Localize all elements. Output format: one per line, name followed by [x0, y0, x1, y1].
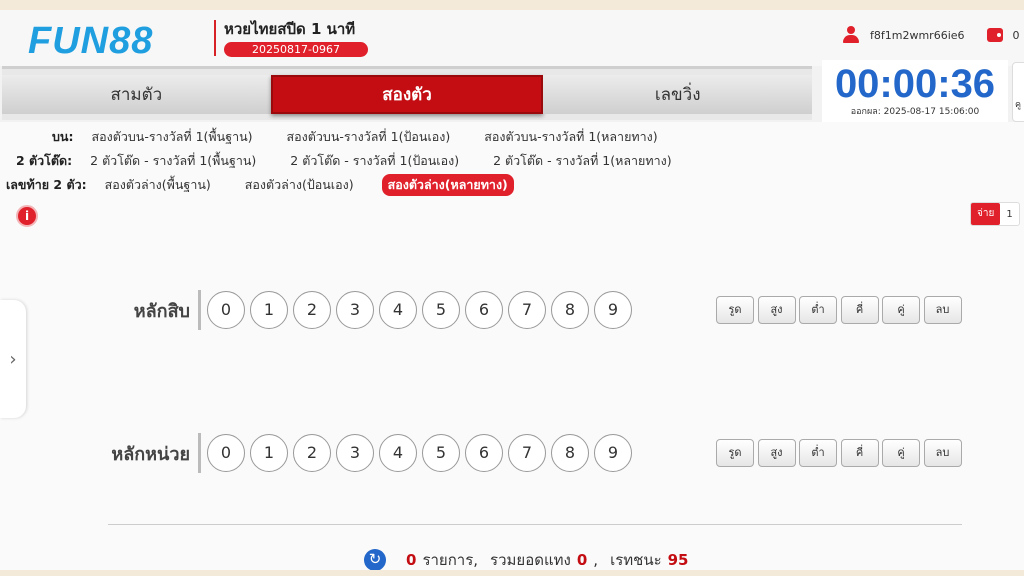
countdown-panel: 00:00:36 ออกผล: 2025-08-17 15:06:00	[822, 60, 1008, 124]
digit-ball[interactable]: 9	[594, 434, 632, 472]
user-info: f8f1m2wmr66ie6 0	[842, 26, 1020, 44]
payout-label: จ่าย	[971, 203, 1001, 225]
option-label-top: บน:	[52, 129, 74, 144]
item-count: 0	[406, 551, 417, 569]
units-label: หลักหน่วย	[111, 443, 190, 465]
tens-quick-buttons: รูด สูง ต่ำ คี่ คู่ ลบ	[716, 296, 965, 324]
tab-two-digit[interactable]: สองตัว	[270, 75, 544, 114]
option-tod-manual[interactable]: 2 ตัวโต๊ด - รางวัลที่ 1(ป้อนเอง)	[290, 151, 459, 171]
quick-clear-button[interactable]: ลบ	[923, 439, 962, 467]
digit-ball[interactable]: 3	[336, 434, 374, 472]
digit-ball[interactable]: 2	[293, 434, 331, 472]
payout-box[interactable]: จ่าย 1	[970, 202, 1020, 226]
betting-panel: บน: สองตัวบน-รางวัลที่ 1(พื้นฐาน) สองตัว…	[0, 122, 1024, 576]
option-top-basic[interactable]: สองตัวบน-รางวัลที่ 1(พื้นฐาน)	[91, 127, 252, 147]
units-quick-buttons: รูด สูง ต่ำ คี่ คู่ ลบ	[716, 439, 965, 467]
option-tod-multi[interactable]: 2 ตัวโต๊ด - รางวัลที่ 1(หลายทาง)	[493, 151, 672, 171]
row-divider	[198, 433, 201, 473]
digit-ball[interactable]: 3	[336, 291, 374, 329]
option-bottom-basic[interactable]: สองตัวล่าง(พื้นฐาน)	[105, 175, 211, 195]
win-rate: 95	[667, 551, 689, 569]
digit-ball[interactable]: 1	[250, 291, 288, 329]
option-bottom-multi[interactable]: สองตัวล่าง(หลายทาง)	[381, 174, 514, 196]
round-id-badge: 20250817-0967	[224, 42, 368, 57]
option-row-top: บน: สองตัวบน-รางวัลที่ 1(พื้นฐาน) สองตัว…	[52, 127, 658, 147]
top-header: FUN88 หวยไทยสปีด 1 นาที 20250817-0967 f8…	[0, 0, 1024, 66]
user-icon[interactable]	[842, 26, 860, 44]
countdown-timer: 00:00:36	[834, 62, 996, 106]
quick-all-button[interactable]: รูด	[716, 439, 754, 467]
digit-ball[interactable]: 9	[594, 291, 632, 329]
option-top-manual[interactable]: สองตัวบน-รางวัลที่ 1(ป้อนเอง)	[287, 127, 451, 147]
item-count-label: รายการ,	[422, 551, 479, 569]
tab-three-digit[interactable]: สามตัว	[2, 75, 271, 114]
bottom-edge	[0, 570, 1024, 576]
quick-odd-button[interactable]: คี่	[840, 296, 879, 324]
option-label-tod: 2 ตัวโต๊ด:	[16, 153, 73, 168]
sidebar-toggle[interactable]: ›	[0, 300, 26, 418]
option-label-bottom: เลขท้าย 2 ตัว:	[6, 177, 87, 192]
units-digit-row: หลักหน่วย 0 1 2 3 4 5 6 7 8 9	[108, 431, 637, 475]
chevron-right-icon: ›	[9, 348, 17, 370]
digit-ball[interactable]: 8	[551, 291, 589, 329]
digit-ball[interactable]: 4	[379, 434, 417, 472]
payout-value: 1	[1006, 208, 1013, 220]
digit-ball[interactable]: 8	[551, 434, 589, 472]
refresh-icon[interactable]: ↻	[364, 549, 386, 571]
digit-ball[interactable]: 0	[207, 434, 245, 472]
quick-odd-button[interactable]: คี่	[840, 439, 879, 467]
rate-label: เรทชนะ	[610, 551, 662, 569]
username[interactable]: f8f1m2wmr66ie6	[870, 29, 965, 42]
digit-ball[interactable]: 2	[293, 291, 331, 329]
digit-ball[interactable]: 6	[465, 434, 503, 472]
quick-low-button[interactable]: ต่ำ	[799, 296, 837, 324]
bet-type-tabs: สามตัว สองตัว เลขวิ่ง	[2, 66, 813, 120]
game-title: หวยไทยสปีด 1 นาที	[224, 20, 356, 38]
total-amount: 0	[576, 551, 588, 569]
total-label: รวมยอดแทง	[490, 551, 571, 569]
digit-ball[interactable]: 5	[422, 291, 460, 329]
quick-even-button[interactable]: คู่	[882, 439, 920, 467]
option-row-tod: 2 ตัวโต๊ด: 2 ตัวโต๊ด - รางวัลที่ 1(พื้นฐ…	[16, 151, 672, 171]
game-title-block: หวยไทยสปีด 1 นาที 20250817-0967	[214, 20, 368, 57]
balance: 0	[1012, 28, 1020, 42]
quick-high-button[interactable]: สูง	[757, 439, 796, 467]
digit-ball[interactable]: 6	[465, 291, 503, 329]
quick-high-button[interactable]: สูง	[757, 296, 796, 324]
option-tod-basic[interactable]: 2 ตัวโต๊ด - รางวัลที่ 1(พื้นฐาน)	[90, 151, 256, 171]
divider-line	[108, 524, 962, 525]
digit-ball[interactable]: 7	[508, 291, 546, 329]
wallet-icon[interactable]	[986, 28, 1003, 42]
summary-separator: ,	[593, 551, 599, 569]
units-digit-balls: 0 1 2 3 4 5 6 7 8 9	[207, 434, 637, 472]
row-divider	[198, 290, 201, 330]
quick-even-button[interactable]: คู่	[882, 296, 920, 324]
option-row-bottom: เลขท้าย 2 ตัว: สองตัวล่าง(พื้นฐาน) สองตั…	[6, 174, 514, 196]
digit-ball[interactable]: 0	[207, 291, 245, 329]
digit-ball[interactable]: 4	[379, 291, 417, 329]
digit-ball[interactable]: 7	[508, 434, 546, 472]
tens-digit-balls: 0 1 2 3 4 5 6 7 8 9	[207, 291, 637, 329]
option-top-multi[interactable]: สองตัวบน-รางวัลที่ 1(หลายทาง)	[484, 127, 657, 147]
digit-ball[interactable]: 5	[422, 434, 460, 472]
tab-running-number[interactable]: เลขวิ่ง	[543, 75, 813, 114]
tens-digit-row: หลักสิบ 0 1 2 3 4 5 6 7 8 9	[108, 288, 637, 332]
side-tab-right[interactable]: คู	[1012, 62, 1024, 122]
fun88-logo[interactable]: FUN88	[28, 20, 153, 63]
quick-clear-button[interactable]: ลบ	[923, 296, 962, 324]
digit-ball[interactable]: 1	[250, 434, 288, 472]
quick-low-button[interactable]: ต่ำ	[799, 439, 837, 467]
quick-all-button[interactable]: รูด	[716, 296, 754, 324]
info-icon[interactable]: i	[16, 205, 38, 227]
bet-summary: ↻ 0 รายการ, รวมยอดแทง 0 , เรทชนะ 95	[364, 548, 695, 572]
option-bottom-manual[interactable]: สองตัวล่าง(ป้อนเอง)	[245, 175, 354, 195]
tens-label: หลักสิบ	[133, 300, 190, 322]
